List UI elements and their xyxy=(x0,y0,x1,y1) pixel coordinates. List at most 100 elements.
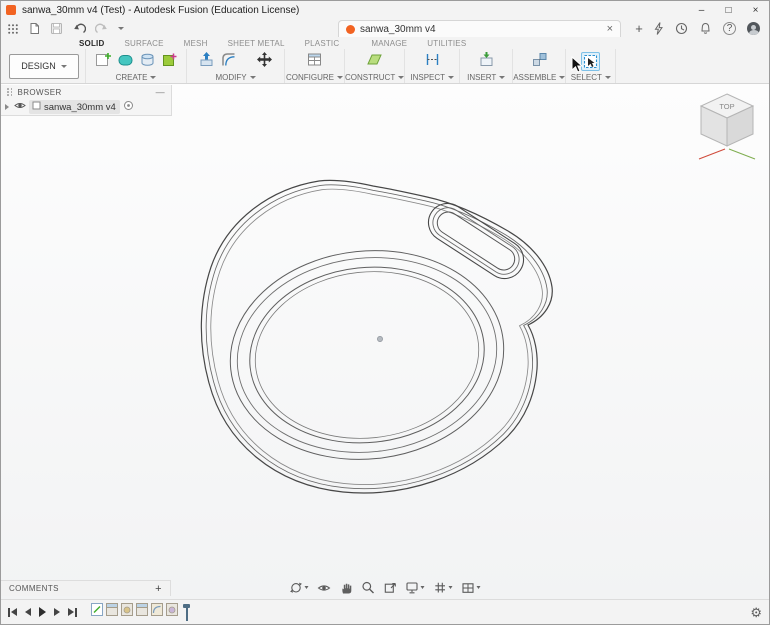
browser-item-selection[interactable]: sanwa_30mm v4 xyxy=(29,100,120,114)
press-pull-icon[interactable] xyxy=(198,51,215,73)
browser-header[interactable]: BROWSER — xyxy=(1,85,171,99)
activate-component-radio[interactable] xyxy=(123,100,134,114)
timeline-feature[interactable] xyxy=(151,603,163,621)
pan-button[interactable] xyxy=(340,581,353,594)
extensions-icon[interactable] xyxy=(653,22,664,35)
step-forward-button[interactable] xyxy=(54,608,60,616)
browser-collapse-icon[interactable]: — xyxy=(156,87,165,97)
timeline-feature[interactable] xyxy=(106,603,118,621)
timeline-feature[interactable] xyxy=(121,603,133,621)
play-button[interactable] xyxy=(39,607,46,617)
configure-group-label-row[interactable]: CONFIGURE xyxy=(286,73,343,82)
measure-icon[interactable] xyxy=(424,51,441,73)
inspect-group-label-row[interactable]: INSPECT xyxy=(410,73,455,82)
maximize-button[interactable]: □ xyxy=(715,1,742,19)
insert-group-icons xyxy=(478,51,495,73)
fit-button[interactable] xyxy=(384,581,397,594)
document-tab[interactable]: sanwa_30mm v4 × xyxy=(338,20,621,37)
construct-plane-icon[interactable] xyxy=(366,51,383,73)
panel-grip-icon[interactable] xyxy=(7,88,13,96)
timeline-sketch-feature[interactable] xyxy=(91,603,103,621)
grid-snaps-button[interactable] xyxy=(434,581,453,594)
save-icon[interactable] xyxy=(50,22,63,35)
model-wireframe xyxy=(200,179,553,494)
tab-plastic[interactable]: PLASTIC xyxy=(305,39,340,48)
chevron-down-icon xyxy=(60,64,67,68)
timeline-feature[interactable] xyxy=(166,603,178,621)
insert-icon[interactable] xyxy=(478,51,495,73)
modify-group: MODIFY xyxy=(187,49,285,83)
fusion-window: sanwa_30mm v4 (Test) - Autodesk Fusion (… xyxy=(0,0,770,625)
timeline-feature[interactable] xyxy=(136,603,148,621)
comments-panel[interactable]: COMMENTS + xyxy=(1,580,171,596)
move-copy-icon[interactable] xyxy=(256,51,273,73)
file-icon[interactable] xyxy=(28,22,41,35)
display-settings-button[interactable] xyxy=(406,581,425,594)
look-at-button[interactable] xyxy=(317,583,331,593)
browser-panel: BROWSER — sanwa_30mm v4 xyxy=(1,85,172,116)
zoom-button[interactable] xyxy=(362,581,375,594)
browser-root-item[interactable]: sanwa_30mm v4 xyxy=(1,99,171,115)
redo-icon[interactable] xyxy=(95,22,109,35)
playback-controls xyxy=(8,607,77,617)
skip-to-end-button[interactable] xyxy=(68,607,77,617)
timeline-position-marker[interactable] xyxy=(183,604,190,621)
view-cube-top-label[interactable]: TOP xyxy=(719,102,734,111)
undo-icon[interactable] xyxy=(72,22,86,35)
skip-to-start-button[interactable] xyxy=(8,607,17,617)
minimize-button[interactable]: – xyxy=(688,1,715,19)
chevron-down-icon xyxy=(476,586,481,589)
tab-surface[interactable]: SURFACE xyxy=(124,39,163,48)
insert-group-label-row[interactable]: INSERT xyxy=(467,73,506,82)
chevron-down-icon xyxy=(398,76,405,79)
modify-group-label-row[interactable]: MODIFY xyxy=(215,73,256,82)
create-primitive-icon[interactable] xyxy=(139,51,156,73)
visibility-eye-icon[interactable] xyxy=(14,101,26,113)
select-tool-button[interactable] xyxy=(581,52,601,71)
timeline-bar: ⚙ xyxy=(1,599,769,624)
design-workspace-button[interactable]: DESIGN xyxy=(9,53,79,79)
chevron-down-icon xyxy=(304,586,309,589)
close-button[interactable]: × xyxy=(742,1,769,19)
assemble-group: ASSEMBLE xyxy=(513,49,567,83)
x-axis-icon xyxy=(698,148,726,160)
assemble-icon[interactable] xyxy=(531,51,548,73)
new-tab-button[interactable]: + xyxy=(632,21,646,36)
add-comment-button[interactable]: + xyxy=(155,583,162,595)
expand-chevron-icon[interactable] xyxy=(5,104,9,110)
create-group-label-row[interactable]: CREATE xyxy=(116,73,157,82)
canvas-viewport[interactable]: TOP xyxy=(1,84,769,599)
document-tab-close-icon[interactable]: × xyxy=(607,23,613,35)
step-back-button[interactable] xyxy=(25,608,31,616)
configure-icon[interactable] xyxy=(306,51,323,73)
construct-group-label-row[interactable]: CONSTRUCT xyxy=(345,73,405,82)
workspace-tab-row: SOLID SURFACE MESH SHEET METAL PLASTIC M… xyxy=(1,38,769,49)
create-form-icon[interactable] xyxy=(117,51,134,73)
fillet-icon[interactable] xyxy=(220,51,237,73)
chevron-down-icon xyxy=(604,76,611,79)
derive-icon[interactable] xyxy=(161,51,178,73)
tab-sheet-metal[interactable]: SHEET METAL xyxy=(228,39,285,48)
viewports-button[interactable] xyxy=(462,582,481,594)
fusion-logo-icon xyxy=(6,5,16,15)
app-menu-icon[interactable] xyxy=(7,23,19,35)
help-icon[interactable]: ? xyxy=(723,22,736,35)
orbit-button[interactable] xyxy=(290,581,309,594)
chevron-down-icon xyxy=(448,586,453,589)
create-sketch-icon[interactable] xyxy=(95,51,112,73)
job-status-icon[interactable] xyxy=(675,22,688,35)
user-avatar[interactable] xyxy=(747,22,760,35)
navigation-bar xyxy=(290,579,481,596)
tab-solid[interactable]: SOLID xyxy=(79,39,104,48)
design-workspace-label: DESIGN xyxy=(21,61,56,71)
tab-manage[interactable]: MANAGE xyxy=(371,39,407,48)
undo-dropdown-caret[interactable] xyxy=(118,27,124,30)
assemble-group-label-row[interactable]: ASSEMBLE xyxy=(513,73,566,82)
notifications-icon[interactable] xyxy=(699,22,712,35)
construct-group-icons xyxy=(366,52,383,71)
select-group-label-row[interactable]: SELECT xyxy=(571,73,611,82)
timeline-settings-gear-icon[interactable]: ⚙ xyxy=(750,606,762,619)
tab-mesh[interactable]: MESH xyxy=(184,39,208,48)
view-cube[interactable]: TOP xyxy=(687,88,767,163)
tab-utilities[interactable]: UTILITIES xyxy=(427,39,466,48)
